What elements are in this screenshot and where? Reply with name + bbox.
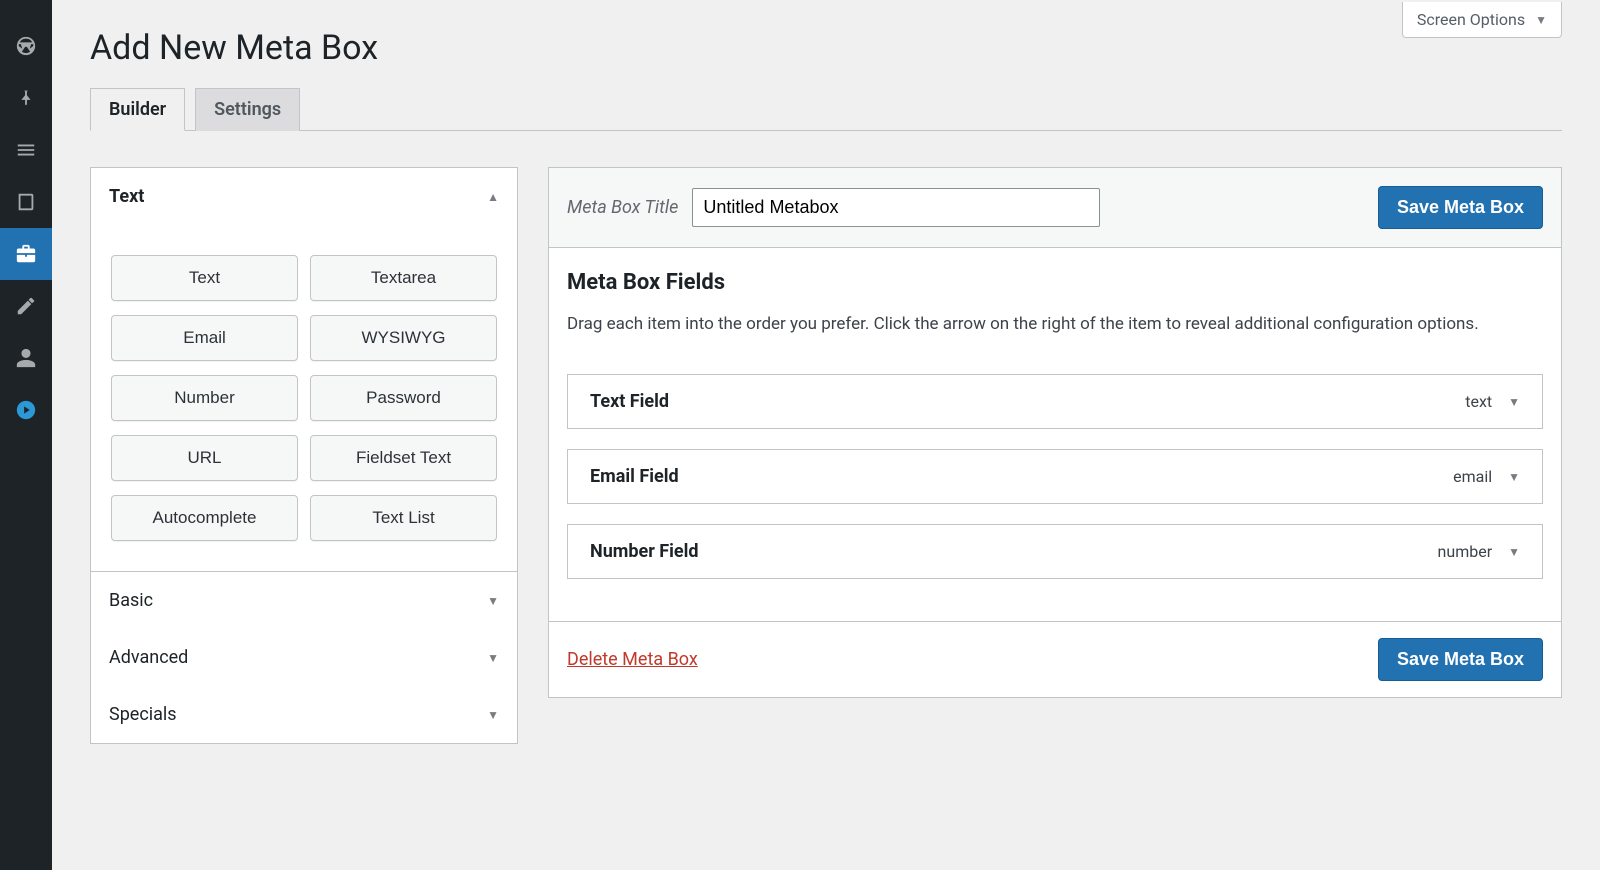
book-icon[interactable] bbox=[0, 176, 52, 228]
field-type: number bbox=[1438, 542, 1493, 561]
tab-builder[interactable]: Builder bbox=[90, 88, 185, 131]
accordion-text-header[interactable]: Text ▲ bbox=[91, 168, 517, 225]
field-type-fieldset-text[interactable]: Fieldset Text bbox=[310, 435, 497, 481]
field-type-email[interactable]: Email bbox=[111, 315, 298, 361]
accordion-specials-header[interactable]: Specials ▼ bbox=[91, 686, 517, 743]
pin-icon[interactable] bbox=[0, 72, 52, 124]
metabox-icon[interactable] bbox=[0, 228, 52, 280]
chevron-up-icon: ▲ bbox=[487, 190, 499, 204]
field-type-autocomplete[interactable]: Autocomplete bbox=[111, 495, 298, 541]
field-type-wysiwyg[interactable]: WYSIWYG bbox=[310, 315, 497, 361]
field-type: email bbox=[1453, 467, 1492, 486]
accordion-text-label: Text bbox=[109, 186, 144, 207]
user-icon[interactable] bbox=[0, 332, 52, 384]
meta-title-label: Meta Box Title bbox=[567, 197, 678, 218]
tab-settings[interactable]: Settings bbox=[195, 88, 300, 131]
field-name: Email Field bbox=[590, 466, 679, 487]
dashboard-icon[interactable] bbox=[0, 20, 52, 72]
meta-title-input[interactable] bbox=[692, 188, 1100, 227]
field-type-password[interactable]: Password bbox=[310, 375, 497, 421]
accordion-advanced-header[interactable]: Advanced ▼ bbox=[91, 629, 517, 686]
field-type: text bbox=[1465, 392, 1492, 411]
field-name: Text Field bbox=[590, 391, 669, 412]
tab-bar: Builder Settings bbox=[90, 88, 1562, 131]
save-button-top[interactable]: Save Meta Box bbox=[1378, 186, 1543, 229]
accordion-basic-header[interactable]: Basic ▼ bbox=[91, 572, 517, 629]
accordion-basic-label: Basic bbox=[109, 590, 153, 611]
panel-footer: Delete Meta Box Save Meta Box bbox=[549, 621, 1561, 697]
chevron-down-icon: ▼ bbox=[487, 708, 499, 722]
field-type-url[interactable]: URL bbox=[111, 435, 298, 481]
screen-options-toggle[interactable]: Screen Options ▼ bbox=[1402, 2, 1562, 38]
field-type-textarea[interactable]: Textarea bbox=[310, 255, 497, 301]
accordion-specials-label: Specials bbox=[109, 704, 177, 725]
menu-icon[interactable] bbox=[0, 124, 52, 176]
field-type-text-list[interactable]: Text List bbox=[310, 495, 497, 541]
page-title: Add New Meta Box bbox=[90, 0, 1562, 88]
delete-link[interactable]: Delete Meta Box bbox=[567, 649, 698, 670]
chevron-down-icon: ▼ bbox=[487, 651, 499, 665]
chevron-down-icon: ▼ bbox=[1535, 13, 1547, 27]
fields-description: Drag each item into the order you prefer… bbox=[567, 311, 1543, 338]
field-row[interactable]: Number Field number ▼ bbox=[567, 524, 1543, 579]
field-type-text[interactable]: Text bbox=[111, 255, 298, 301]
panel-header: Meta Box Title Save Meta Box bbox=[549, 168, 1561, 248]
fields-heading: Meta Box Fields bbox=[567, 270, 1543, 295]
screen-options-label: Screen Options bbox=[1417, 10, 1525, 29]
accordion-advanced-label: Advanced bbox=[109, 647, 188, 668]
chevron-down-icon: ▼ bbox=[487, 594, 499, 608]
chevron-down-icon[interactable]: ▼ bbox=[1508, 545, 1520, 559]
accordion-text-body: Text Textarea Email WYSIWYG Number Passw… bbox=[91, 225, 517, 572]
field-type-number[interactable]: Number bbox=[111, 375, 298, 421]
field-row[interactable]: Text Field text ▼ bbox=[567, 374, 1543, 429]
field-row[interactable]: Email Field email ▼ bbox=[567, 449, 1543, 504]
chevron-down-icon[interactable]: ▼ bbox=[1508, 395, 1520, 409]
pencil-icon[interactable] bbox=[0, 280, 52, 332]
play-icon[interactable] bbox=[0, 384, 52, 436]
admin-sidebar bbox=[0, 0, 52, 870]
chevron-down-icon[interactable]: ▼ bbox=[1508, 470, 1520, 484]
save-button-bottom[interactable]: Save Meta Box bbox=[1378, 638, 1543, 681]
field-name: Number Field bbox=[590, 541, 699, 562]
